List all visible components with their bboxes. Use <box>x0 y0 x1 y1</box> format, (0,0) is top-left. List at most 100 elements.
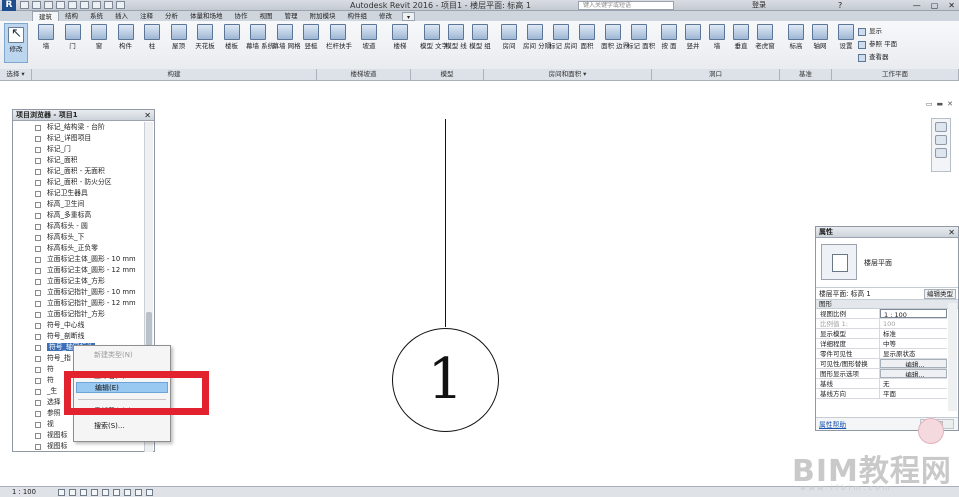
redo-icon[interactable] <box>56 1 65 9</box>
property-value[interactable]: 编辑... <box>880 369 947 378</box>
measure-icon[interactable] <box>80 1 89 9</box>
workplane-small-button-1[interactable]: 参照 平面 <box>858 38 897 51</box>
shadows-icon[interactable] <box>91 489 98 496</box>
revit-logo-icon[interactable]: R <box>2 0 16 11</box>
opening-button-3[interactable]: 垂直 <box>729 21 753 69</box>
workplane-small-button-2[interactable]: 查看器 <box>858 51 897 64</box>
3d-view-icon[interactable] <box>104 1 113 9</box>
tree-item[interactable]: 立面标记主体_圆形 - 12 mm <box>13 265 144 276</box>
menu-item-new-type[interactable]: 新建类型(N) <box>74 350 170 361</box>
undo-icon[interactable] <box>44 1 53 9</box>
property-value[interactable]: 显示原状态 <box>880 349 947 358</box>
opening-button-2[interactable]: 墙 <box>705 21 729 69</box>
search-input[interactable]: 键入关键字或短语 <box>578 1 674 10</box>
tab-1[interactable]: 结构 <box>59 11 84 21</box>
property-value[interactable]: 无 <box>880 379 947 388</box>
edit-type-button[interactable]: 编辑类型 <box>924 289 956 299</box>
build-button-2[interactable]: 窗 <box>87 21 111 69</box>
build-button-7[interactable]: 楼板 <box>220 21 244 69</box>
tab-12[interactable]: 修改 <box>373 11 398 21</box>
temporary-hide-icon[interactable] <box>124 489 131 496</box>
workplane-button-0[interactable]: 设置 <box>834 21 858 69</box>
tree-item[interactable]: 标高标头_下 <box>13 232 144 243</box>
tab-11[interactable]: 构件组 <box>342 11 374 21</box>
ribbon-group-label-0[interactable]: 选择 ▾ <box>0 69 32 80</box>
build-button-5[interactable]: 屋顶 <box>167 21 191 69</box>
tab-2[interactable]: 系统 <box>84 11 109 21</box>
save-icon[interactable] <box>32 1 41 9</box>
help-icon[interactable]: ? <box>838 0 842 11</box>
tree-item[interactable]: 立面标记指针_方形 <box>13 309 144 320</box>
tab-7[interactable]: 协作 <box>229 11 254 21</box>
tree-item[interactable]: 标高_多重标高 <box>13 210 144 221</box>
build-button-10[interactable]: 竖梃 <box>299 21 323 69</box>
tab-4[interactable]: 注释 <box>134 11 159 21</box>
property-value[interactable]: 编辑... <box>880 359 947 368</box>
show-crop-icon[interactable] <box>113 489 120 496</box>
ribbon-group-label-3[interactable]: 模型 <box>411 69 484 80</box>
property-value[interactable]: 平面 <box>880 389 947 398</box>
tree-item[interactable]: 立面标记指针_圆形 - 10 mm <box>13 287 144 298</box>
tree-item[interactable]: 符号_中心线 <box>13 320 144 331</box>
model-button-2[interactable]: 模型 组 <box>468 21 492 69</box>
text-icon[interactable] <box>92 1 101 9</box>
tree-item[interactable]: 立面标记指针_圆形 - 12 mm <box>13 298 144 309</box>
datum-button-1[interactable]: 轴网 <box>808 21 832 69</box>
ribbon-group-label-4[interactable]: 房间和面积 ▾ <box>484 69 652 80</box>
zoom-icon[interactable] <box>935 135 947 145</box>
property-value[interactable]: 中等 <box>880 339 947 348</box>
room-button-5[interactable]: 标记 面积 <box>627 21 655 69</box>
close-icon[interactable]: ✕ <box>144 110 151 121</box>
circulation-button-2[interactable]: 楼梯 <box>388 21 412 69</box>
modify-button[interactable]: 修改 <box>4 23 28 63</box>
tab-0[interactable]: 建筑 <box>32 11 59 21</box>
tab-5[interactable]: 分析 <box>159 11 184 21</box>
tree-item[interactable]: 标记_面积 - 防火分区 <box>13 177 144 188</box>
tree-item[interactable]: 标记_详图项目 <box>13 133 144 144</box>
properties-scrollbar[interactable] <box>948 303 957 411</box>
tree-item[interactable]: 符号_剖断线 <box>13 331 144 342</box>
minimize-icon[interactable]: — <box>913 0 921 11</box>
room-button-0[interactable]: 房间 <box>497 21 521 69</box>
tree-item[interactable]: 立面标记主体_圆形 - 10 mm <box>13 254 144 265</box>
build-button-6[interactable]: 天花板 <box>193 21 217 69</box>
build-button-0[interactable]: 墙 <box>34 21 58 69</box>
tree-item[interactable]: 立面标记主体_方形 <box>13 276 144 287</box>
ribbon-group-label-7[interactable]: 工作平面 <box>832 69 959 80</box>
close-icon[interactable]: ✕ <box>948 0 955 11</box>
restore-icon[interactable]: ▭ <box>926 100 933 108</box>
tab-6[interactable]: 体量和场地 <box>184 11 229 21</box>
tree-item[interactable]: 标高标头_正负零 <box>13 243 144 254</box>
minimize-view-icon[interactable]: ▬ <box>937 100 944 108</box>
property-value[interactable]: 1 : 100 <box>880 309 947 318</box>
tab-3[interactable]: 插入 <box>109 11 134 21</box>
build-button-1[interactable]: 门 <box>61 21 85 69</box>
close-icon[interactable]: ✕ <box>948 227 955 238</box>
ribbon-group-label-5[interactable]: 洞口 <box>652 69 780 80</box>
build-button-9[interactable]: 幕墙 网格 <box>273 21 301 69</box>
tree-item[interactable]: 标记_面积 <box>13 155 144 166</box>
open-icon[interactable] <box>20 1 29 9</box>
room-button-3[interactable]: 面积 <box>575 21 599 69</box>
tree-item[interactable]: 标高_卫生间 <box>13 199 144 210</box>
menu-item-search[interactable]: 搜索(S)... <box>74 421 170 432</box>
grid-line[interactable] <box>445 119 446 327</box>
tab-9[interactable]: 管理 <box>279 11 304 21</box>
type-selector[interactable]: 楼层平面 <box>816 238 958 288</box>
properties-help-link[interactable]: 属性帮助 <box>819 419 846 429</box>
maximize-icon[interactable]: ▢ <box>931 0 939 11</box>
room-button-1[interactable]: 房间 分隔 <box>523 21 551 69</box>
build-button-4[interactable]: 柱 <box>140 21 164 69</box>
opening-button-4[interactable]: 老虎窗 <box>753 21 777 69</box>
datum-button-0[interactable]: 标高 <box>784 21 808 69</box>
pan-icon[interactable] <box>935 148 947 158</box>
model-button-1[interactable]: 模型 线 <box>444 21 468 69</box>
crop-view-icon[interactable] <box>102 489 109 496</box>
circulation-button-0[interactable]: 栏杆扶手 <box>326 21 352 69</box>
tree-item[interactable]: 视图标 <box>13 441 144 452</box>
opening-button-1[interactable]: 竖井 <box>681 21 705 69</box>
tree-item[interactable]: 标高标头 - 圆 <box>13 221 144 232</box>
tab-8[interactable]: 视图 <box>254 11 279 21</box>
sun-path-icon[interactable] <box>80 489 87 496</box>
tab-10[interactable]: 附加模块 <box>304 11 342 21</box>
